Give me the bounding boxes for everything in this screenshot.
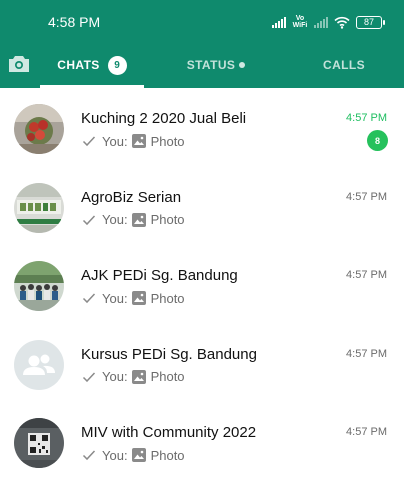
photo-icon <box>131 369 146 384</box>
chat-name: Kursus PEDi Sg. Bandung <box>81 345 257 363</box>
cell-signal-icon <box>272 16 286 28</box>
photo-icon <box>131 134 146 148</box>
qr-code-icon <box>14 418 64 468</box>
preview-sender: You: <box>102 212 128 227</box>
cell-signal-2-icon <box>314 16 328 28</box>
tab-status[interactable]: STATUS <box>172 42 260 88</box>
battery-icon: 87 <box>356 15 385 29</box>
chat-time: 4:57 PM <box>346 112 387 124</box>
chat-row[interactable]: MIV with Community 2022 4:57 PM You: Pho… <box>0 402 404 480</box>
preview-message: Photo <box>150 133 185 149</box>
sent-check-icon <box>82 371 96 382</box>
tab-status-label: STATUS <box>186 58 236 72</box>
status-bar: 4:58 PM Vo WiFi 87 <box>0 0 404 42</box>
chat-avatar[interactable] <box>14 182 64 233</box>
chat-name: AJK PEDi Sg. Bandung <box>81 267 238 284</box>
chat-list: Kuching 2 2020 Jual Beli 4:57 PM You: Ph… <box>0 88 404 480</box>
camera-icon <box>9 56 29 72</box>
chat-preview: You: Photo <box>82 132 185 150</box>
chat-time: 4:57 PM <box>346 190 387 203</box>
default-group-icon <box>14 339 64 390</box>
status-time: 4:58 PM <box>48 14 101 30</box>
unread-count-badge: 8 <box>367 130 388 151</box>
chat-time: 4:57 PM <box>346 347 387 360</box>
chat-preview: You: Photo <box>82 211 185 229</box>
chat-name: AgroBiz Serian <box>81 188 182 206</box>
preview-message: Photo <box>150 447 185 463</box>
chat-avatar[interactable] <box>14 261 64 311</box>
tab-bar: CHATS 9 STATUS CALLS <box>0 42 404 88</box>
photo-icon <box>131 291 146 305</box>
chat-row[interactable]: AgroBiz Serian 4:57 PM You: Photo <box>0 167 404 246</box>
chat-row[interactable]: Kursus PEDi Sg. Bandung 4:57 PM You: Pho… <box>0 324 404 403</box>
preview-sender: You: <box>102 369 128 384</box>
status-icons: Vo WiFi 87 <box>272 13 385 31</box>
chat-time: 4:57 PM <box>346 269 387 281</box>
app-header: 4:58 PM Vo WiFi 87 CHATS 9 STATUS CALLS <box>0 0 404 88</box>
chat-name: Kuching 2 2020 Jual Beli <box>81 110 247 127</box>
sent-check-icon <box>82 450 96 461</box>
photo-icon <box>131 212 146 227</box>
chat-preview: You: Photo <box>82 368 185 386</box>
preview-sender: You: <box>102 290 128 306</box>
tab-calls[interactable]: CALLS <box>300 42 388 88</box>
sent-check-icon <box>82 136 96 147</box>
chat-row[interactable]: Kuching 2 2020 Jual Beli 4:57 PM You: Ph… <box>0 88 404 167</box>
preview-sender: You: <box>102 447 128 463</box>
chat-avatar[interactable] <box>14 104 64 154</box>
wifi-icon <box>334 16 350 29</box>
preview-message: Photo <box>150 369 185 384</box>
vowifi-label: Vo WiFi <box>292 15 308 29</box>
preview-sender: You: <box>102 133 128 149</box>
preview-message: Photo <box>150 212 185 227</box>
tab-chats-label: CHATS <box>57 58 100 72</box>
photo-icon <box>131 448 146 462</box>
sent-check-icon <box>82 293 96 304</box>
chat-preview: You: Photo <box>82 446 185 464</box>
chat-avatar[interactable] <box>14 418 64 468</box>
tab-calls-label: CALLS <box>323 58 365 72</box>
chat-avatar[interactable] <box>14 339 64 390</box>
status-update-dot <box>239 62 246 68</box>
preview-message: Photo <box>150 290 185 306</box>
sent-check-icon <box>82 214 96 225</box>
tab-chats[interactable]: CHATS 9 <box>40 42 144 88</box>
chat-preview: You: Photo <box>82 289 185 307</box>
chat-row[interactable]: AJK PEDi Sg. Bandung 4:57 PM You: Photo <box>0 245 404 324</box>
chats-count-badge: 9 <box>107 55 127 75</box>
chat-time: 4:57 PM <box>346 426 387 438</box>
camera-tab[interactable] <box>6 52 32 76</box>
chat-name: MIV with Community 2022 <box>81 424 257 441</box>
